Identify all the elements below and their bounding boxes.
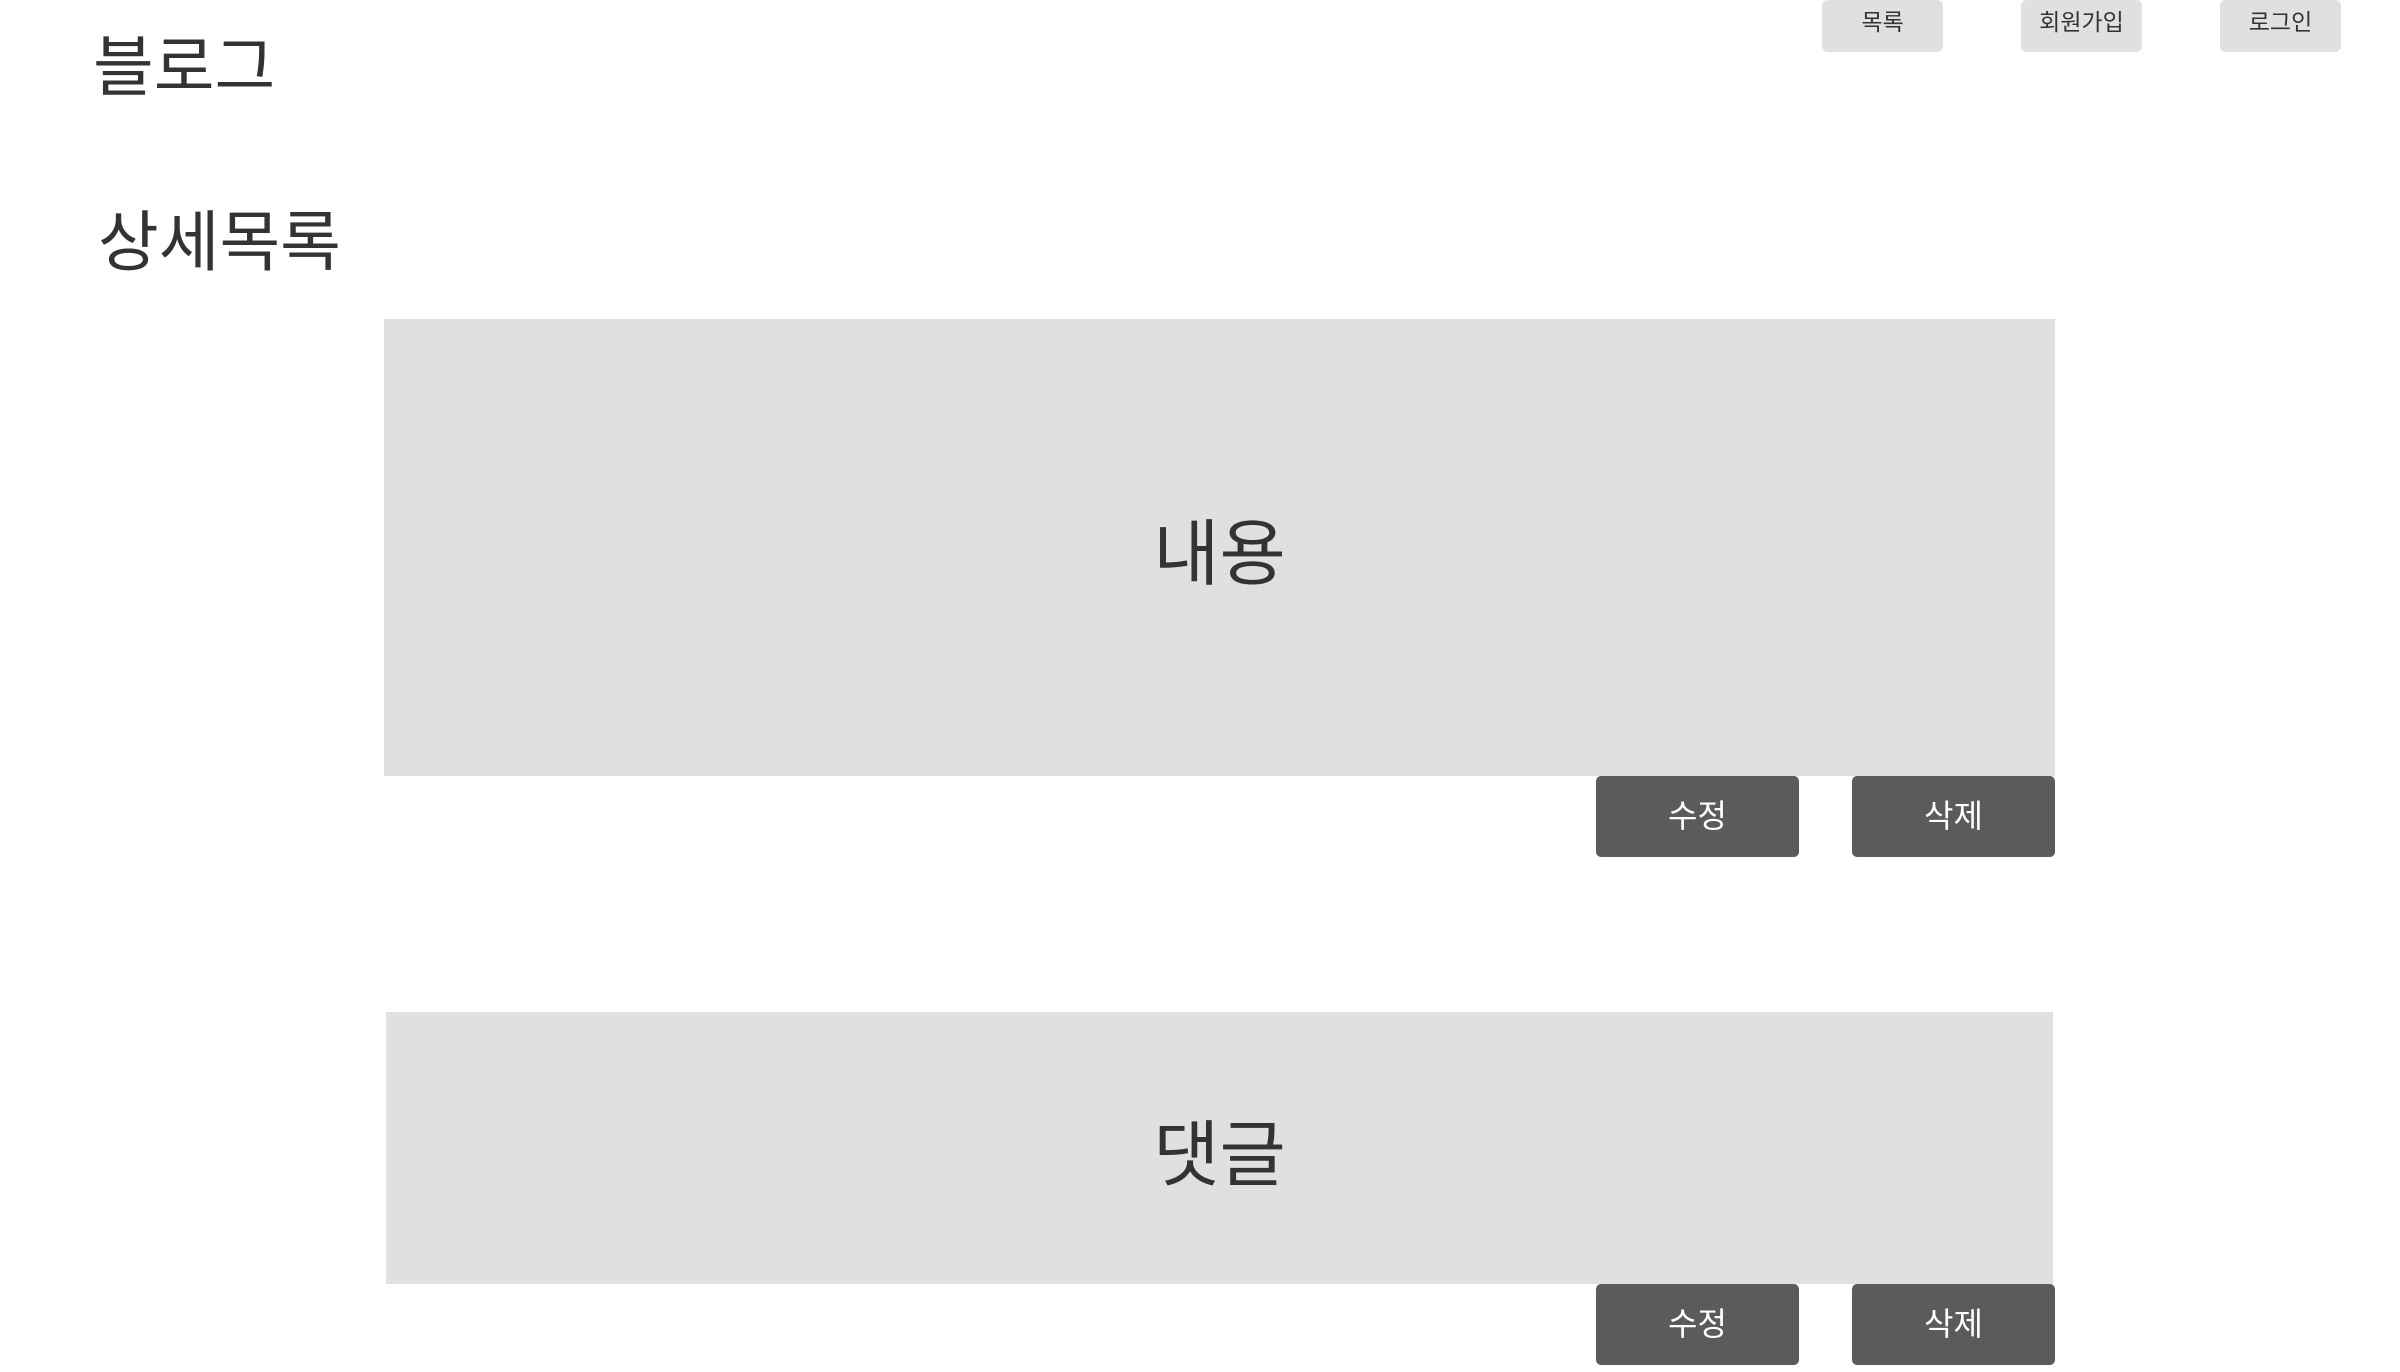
- brand-title: 블로그: [93, 29, 276, 106]
- comment-panel: 댓글: [386, 1012, 2053, 1284]
- content-panel: 내용: [384, 319, 2055, 776]
- comment-edit-button[interactable]: 수정: [1596, 1284, 1799, 1365]
- content-delete-button[interactable]: 삭제: [1852, 776, 2055, 857]
- page-title: 상세목록: [98, 204, 341, 281]
- comment-label: 댓글: [1153, 1112, 1286, 1197]
- nav-login-button[interactable]: 로그인: [2220, 0, 2341, 52]
- content-label: 내용: [1153, 512, 1286, 596]
- nav-list-button[interactable]: 목록: [1822, 0, 1943, 52]
- content-edit-button[interactable]: 수정: [1596, 776, 1799, 857]
- nav-signup-button[interactable]: 회원가입: [2021, 0, 2142, 52]
- comment-delete-button[interactable]: 삭제: [1852, 1284, 2055, 1365]
